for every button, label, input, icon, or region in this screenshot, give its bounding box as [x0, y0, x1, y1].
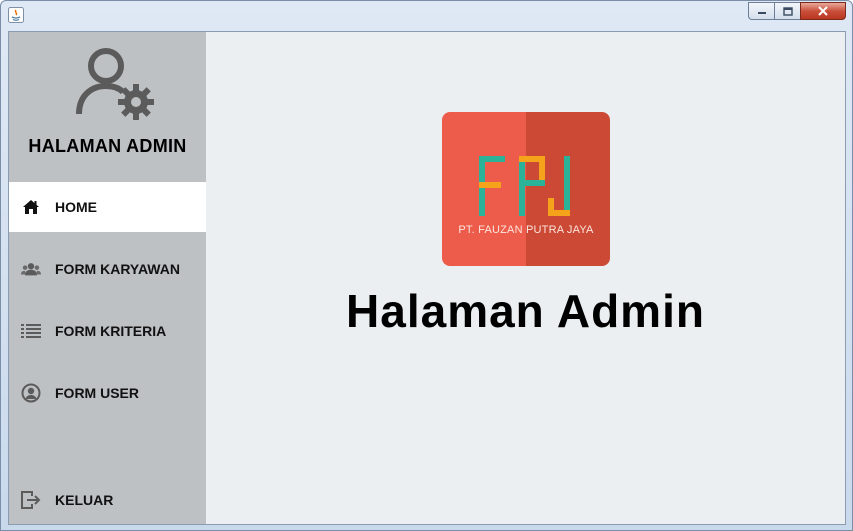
logo-company-name: PT. FAUZAN PUTRA JAYA [458, 224, 594, 236]
title-bar[interactable] [1, 1, 852, 30]
sidebar-item-label: FORM USER [55, 385, 139, 401]
maximize-icon [782, 6, 793, 16]
list-icon [21, 321, 41, 341]
user-circle-icon [21, 383, 41, 403]
maximize-button[interactable] [774, 2, 800, 20]
window-controls [748, 2, 846, 21]
close-button[interactable] [800, 2, 846, 20]
admin-settings-icon [76, 48, 154, 120]
logout-label: KELUAR [55, 492, 114, 508]
main-content: PT. FAUZAN PUTRA JAYA Halaman Admin [206, 32, 845, 524]
page-title: Halaman Admin [346, 285, 705, 337]
sidebar-item-form-kriteria[interactable]: FORM KRITERIA [9, 306, 206, 356]
home-icon [21, 197, 41, 217]
logout-button[interactable]: KELUAR [9, 475, 206, 524]
company-logo: PT. FAUZAN PUTRA JAYA [442, 112, 610, 266]
minimize-button[interactable] [748, 2, 774, 20]
sidebar-item-label: HOME [55, 199, 97, 215]
minimize-icon [757, 12, 766, 14]
sidebar-item-home[interactable]: HOME [9, 182, 206, 232]
sidebar-item-label: FORM KRITERIA [55, 323, 167, 339]
close-icon [818, 6, 828, 16]
app-window: HALAMAN ADMIN HOME FORM KARYAWAN FORM KR… [0, 0, 853, 531]
sidebar-title: HALAMAN ADMIN [28, 136, 187, 156]
logo-letters-graphic [479, 156, 570, 216]
users-group-icon [21, 259, 41, 279]
sidebar-item-label: FORM KARYAWAN [55, 261, 180, 277]
sidebar-item-form-user[interactable]: FORM USER [9, 368, 206, 418]
java-icon [8, 7, 24, 23]
logout-icon [21, 490, 41, 510]
client-area: HALAMAN ADMIN HOME FORM KARYAWAN FORM KR… [8, 31, 846, 525]
sidebar-item-form-karyawan[interactable]: FORM KARYAWAN [9, 244, 206, 294]
sidebar: HALAMAN ADMIN HOME FORM KARYAWAN FORM KR… [9, 32, 206, 524]
